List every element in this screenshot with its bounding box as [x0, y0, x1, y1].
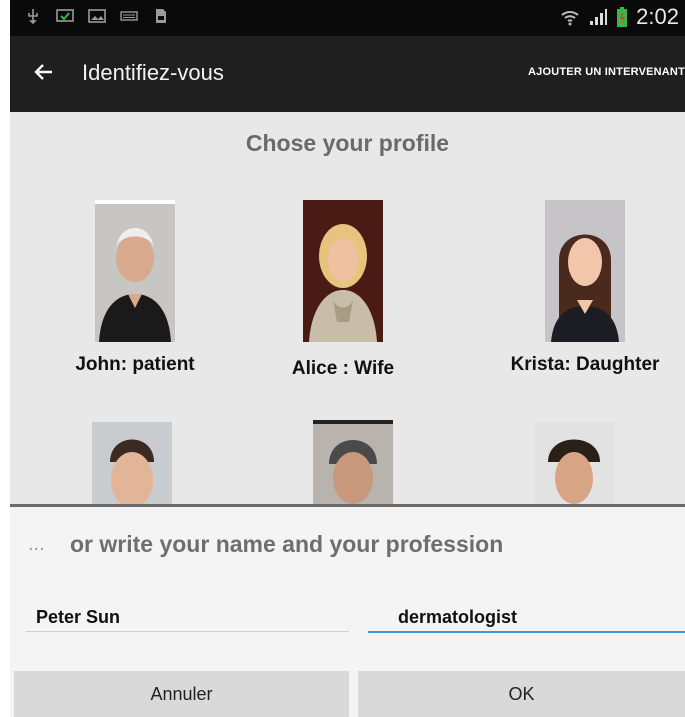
- profile-photo-alice: [303, 200, 383, 342]
- profile-photo-john: [95, 200, 175, 342]
- profile-card-4[interactable]: [92, 422, 172, 504]
- profile-card-krista[interactable]: Krista: Daughter: [500, 200, 670, 376]
- profession-input[interactable]: [368, 603, 685, 633]
- page-title: Identifiez-vous: [82, 60, 224, 85]
- screen-cast-icon: [56, 9, 74, 22]
- name-input[interactable]: [26, 603, 349, 632]
- profile-chooser: Chose your profile John: patient Alice :…: [10, 112, 685, 504]
- action-bar: Identifiez-vous AJOUTER UN INTERVENANT: [10, 36, 685, 112]
- document-icon: [156, 9, 166, 23]
- profile-heading: Chose your profile: [245, 130, 450, 156]
- ellipsis-icon: ...: [28, 533, 45, 555]
- usb-icon: [28, 9, 38, 24]
- profile-label-john: John: patient: [75, 354, 195, 375]
- status-time: 2:02: [636, 4, 679, 29]
- profile-card-6[interactable]: [534, 422, 614, 504]
- profile-card-alice[interactable]: Alice : Wife: [268, 200, 418, 380]
- profile-photo-5: [313, 420, 393, 504]
- back-arrow-icon[interactable]: [32, 60, 56, 84]
- profile-photo-6: [534, 422, 614, 504]
- ok-button[interactable]: OK: [358, 671, 685, 717]
- cancel-button[interactable]: Annuler: [14, 671, 349, 717]
- profile-photo-krista: [545, 200, 625, 342]
- wifi-icon: [561, 11, 579, 26]
- manual-entry-panel: ... or write your name and your professi…: [10, 504, 685, 717]
- keyboard-icon: [120, 11, 138, 21]
- profile-card-john[interactable]: John: patient: [50, 200, 220, 376]
- image-icon: [88, 9, 106, 23]
- manual-entry-heading: or write your name and your profession: [70, 531, 504, 557]
- status-bar: 2:02: [10, 0, 685, 36]
- profile-label-krista: Krista: Daughter: [510, 354, 660, 375]
- profile-photo-4: [92, 422, 172, 504]
- profile-label-alice: Alice : Wife: [291, 358, 395, 379]
- status-system-icons: 2:02: [560, 4, 679, 30]
- status-notification-icons: [24, 8, 170, 24]
- signal-icon: [590, 9, 608, 25]
- battery-icon: [617, 7, 628, 27]
- add-intervenant-button[interactable]: AJOUTER UN INTERVENANT: [528, 66, 685, 78]
- profile-card-5[interactable]: [313, 420, 393, 504]
